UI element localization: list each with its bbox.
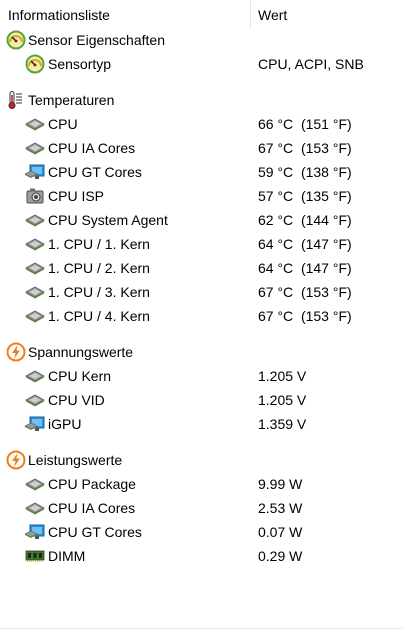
column-header: Informationsliste Wert <box>0 0 403 28</box>
sensor-row[interactable]: 1. CPU / 1. Kern 64 °C (147 °F) <box>0 232 403 256</box>
sensor-row[interactable]: iGPU 1.359 V <box>0 412 403 436</box>
sensor-value: 1.359 V <box>258 416 307 432</box>
chip-icon <box>25 394 45 407</box>
sensor-row[interactable]: CPU ISP 57 °C (135 °F) <box>0 184 403 208</box>
sensor-label: Sensortyp <box>48 56 112 72</box>
category-temperaturen[interactable]: Temperaturen <box>0 88 403 112</box>
category-label: Spannungswerte <box>28 344 134 360</box>
sensor-row[interactable]: CPU GT Cores 0.07 W <box>0 520 403 544</box>
sensor-value: CPU, ACPI, SNB <box>258 56 364 72</box>
category-leistungswerte[interactable]: Leistungswerte <box>0 448 403 472</box>
sensor-label: CPU GT Cores <box>48 164 142 180</box>
category-label: Leistungswerte <box>28 452 123 468</box>
sensor-row[interactable]: CPU Package 9.99 W <box>0 472 403 496</box>
chip-icon <box>25 142 45 155</box>
chip-icon <box>25 262 45 275</box>
sensor-list: Sensor Eigenschaften Sensortyp CPU, ACPI… <box>0 28 403 568</box>
sensor-label: CPU Kern <box>48 368 112 384</box>
memory-module-icon <box>25 550 45 562</box>
sensor-value: 0.29 W <box>258 548 303 564</box>
sensor-row[interactable]: CPU Kern 1.205 V <box>0 364 403 388</box>
chip-icon <box>25 370 45 383</box>
sensor-value: 67 °C (153 °F) <box>258 140 352 156</box>
sensor-value: 64 °C (147 °F) <box>258 260 352 276</box>
sensor-row[interactable]: 1. CPU / 3. Kern 67 °C (153 °F) <box>0 280 403 304</box>
sensor-row-sensortyp[interactable]: Sensortyp CPU, ACPI, SNB <box>0 52 403 76</box>
sensor-value: 9.99 W <box>258 476 303 492</box>
chip-icon <box>25 310 45 323</box>
sensor-label: CPU IA Cores <box>48 140 136 156</box>
chip-icon <box>25 238 45 251</box>
sensor-label: 1. CPU / 2. Kern <box>48 260 150 276</box>
sensor-row[interactable]: CPU GT Cores 59 °C (138 °F) <box>0 160 403 184</box>
sensor-label: iGPU <box>48 416 82 432</box>
sensor-row[interactable]: CPU 66 °C (151 °F) <box>0 112 403 136</box>
category-spannungswerte[interactable]: Spannungswerte <box>0 340 403 364</box>
sensor-label: CPU <box>48 116 78 132</box>
gpu-monitor-icon <box>24 164 45 179</box>
column-separator[interactable] <box>250 0 251 28</box>
sensor-label: CPU IA Cores <box>48 500 136 516</box>
sensor-row[interactable]: CPU VID 1.205 V <box>0 388 403 412</box>
lightning-icon <box>6 342 26 362</box>
sensor-value: 67 °C (153 °F) <box>258 284 352 300</box>
column-header-informationsliste[interactable]: Informationsliste <box>8 6 110 24</box>
sensor-value: 1.205 V <box>258 368 307 384</box>
sensor-value: 66 °C (151 °F) <box>258 116 352 132</box>
chip-icon <box>25 214 45 227</box>
sensor-label: 1. CPU / 1. Kern <box>48 236 150 252</box>
chip-icon <box>25 502 45 515</box>
sensor-value: 2.53 W <box>258 500 303 516</box>
lightning-icon <box>6 450 26 470</box>
sensor-label: 1. CPU / 4. Kern <box>48 308 150 324</box>
sensor-row[interactable]: CPU IA Cores 2.53 W <box>0 496 403 520</box>
chip-icon <box>25 478 45 491</box>
sensor-value: 0.07 W <box>258 524 303 540</box>
gauge-icon <box>25 54 45 74</box>
chip-icon <box>25 118 45 131</box>
sensor-row[interactable]: CPU IA Cores 67 °C (153 °F) <box>0 136 403 160</box>
sensor-row[interactable]: DIMM 0.29 W <box>0 544 403 568</box>
sensor-label: CPU Package <box>48 476 136 492</box>
camera-icon <box>26 188 44 204</box>
sensor-label: 1. CPU / 3. Kern <box>48 284 150 300</box>
gpu-monitor-icon <box>24 416 45 431</box>
category-sensor-eigenschaften[interactable]: Sensor Eigenschaften <box>0 28 403 52</box>
gauge-icon <box>6 30 26 50</box>
category-label: Temperaturen <box>28 92 115 108</box>
column-header-wert[interactable]: Wert <box>258 6 287 24</box>
sensor-label: DIMM <box>48 548 86 564</box>
sensor-value: 62 °C (144 °F) <box>258 212 352 228</box>
sensor-row[interactable]: 1. CPU / 4. Kern 67 °C (153 °F) <box>0 304 403 328</box>
bottom-border <box>0 628 403 629</box>
sensor-label: CPU VID <box>48 392 105 408</box>
sensor-label: CPU System Agent <box>48 212 168 228</box>
gpu-monitor-icon <box>24 524 45 539</box>
sensor-row[interactable]: 1. CPU / 2. Kern 64 °C (147 °F) <box>0 256 403 280</box>
sensor-value: 1.205 V <box>258 392 307 408</box>
sensor-value: 67 °C (153 °F) <box>258 308 352 324</box>
chip-icon <box>25 286 45 299</box>
thermometer-icon <box>8 91 22 109</box>
sensor-value: 57 °C (135 °F) <box>258 188 352 204</box>
category-label: Sensor Eigenschaften <box>28 32 165 48</box>
sensor-value: 59 °C (138 °F) <box>258 164 352 180</box>
sensor-label: CPU GT Cores <box>48 524 142 540</box>
sensor-value: 64 °C (147 °F) <box>258 236 352 252</box>
sensor-label: CPU ISP <box>48 188 105 204</box>
sensor-row[interactable]: CPU System Agent 62 °C (144 °F) <box>0 208 403 232</box>
